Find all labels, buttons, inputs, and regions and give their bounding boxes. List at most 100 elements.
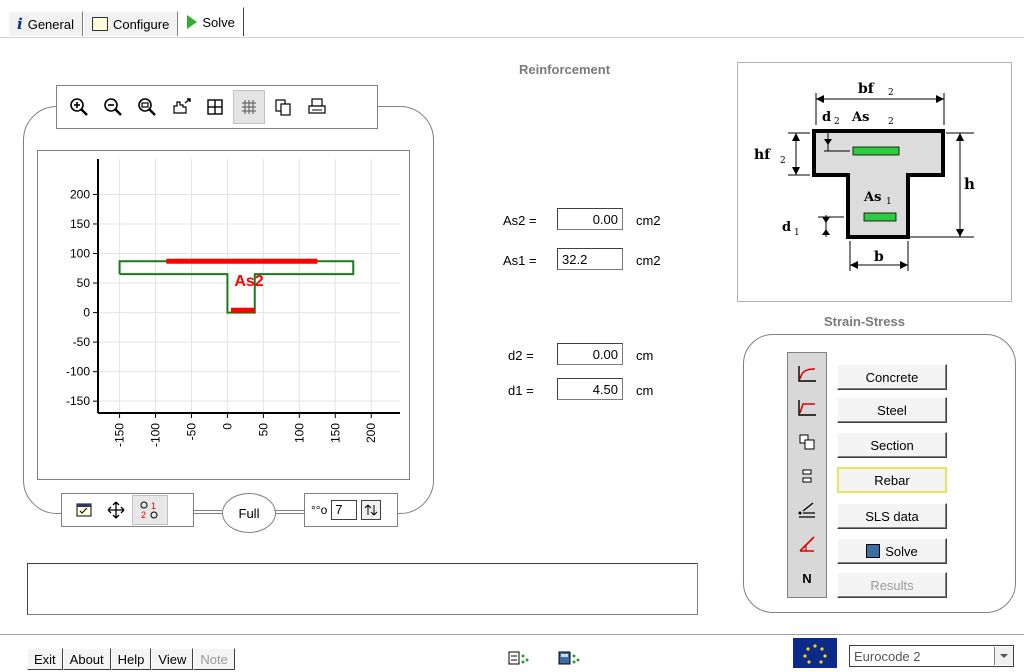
y-tick-label: 150 — [70, 217, 90, 231]
bottom-divider — [0, 634, 1024, 635]
tab-solve[interactable]: Solve — [178, 7, 244, 36]
reinforcement-title: Reinforcement — [519, 62, 611, 77]
d1-input[interactable] — [557, 378, 623, 400]
list-dots-icon[interactable] — [508, 650, 530, 669]
svg-text:1: 1 — [151, 501, 156, 511]
grid-toggle-icon[interactable] — [233, 90, 265, 124]
concrete-button[interactable]: Concrete — [837, 364, 947, 390]
y-tick-label: 0 — [83, 306, 90, 320]
calculator-icon — [866, 544, 881, 558]
steel-curve-icon[interactable] — [794, 397, 820, 419]
svg-text:2: 2 — [141, 510, 146, 520]
steel-button[interactable]: Steel — [837, 397, 947, 423]
rebar-button[interactable]: Rebar — [837, 467, 947, 493]
hf-label: hf — [754, 147, 771, 163]
tab-general-label: General — [27, 16, 74, 32]
chevron-down-icon[interactable] — [994, 647, 1013, 665]
solve-diagram-icon[interactable] — [794, 533, 820, 555]
x-tick-label: -50 — [184, 423, 198, 441]
full-view-label: Full — [238, 505, 260, 521]
configure-icon — [91, 17, 108, 31]
x-tick-label: 200 — [364, 423, 378, 443]
concrete-curve-icon[interactable] — [794, 363, 820, 385]
t-section-diagram-svg: bf 2 d 2 As 2 hf 2 h As 1 d 1 b — [754, 81, 975, 271]
tab-general[interactable]: i General — [8, 11, 83, 36]
strain-stress-icon-strip: N — [787, 352, 827, 598]
tab-configure-label: Configure — [112, 16, 170, 32]
copy-icon[interactable] — [267, 90, 299, 124]
as2-diag-sub: 2 — [888, 117, 894, 127]
d1-diag-sub: 1 — [794, 228, 800, 238]
x-tick-label: 50 — [256, 423, 270, 437]
b-label: b — [874, 249, 884, 265]
section-shape-icon[interactable] — [794, 431, 820, 453]
step-input[interactable]: 7 — [331, 500, 358, 520]
x-tick-label: -100 — [149, 423, 163, 447]
connector-line — [194, 510, 222, 511]
n-axial-icon[interactable]: N — [794, 567, 820, 589]
d2-input[interactable] — [557, 343, 623, 365]
design-code-select[interactable]: Eurocode 2 — [849, 645, 1014, 667]
as2-diag-label: As — [851, 110, 869, 125]
bf-label: bf — [858, 81, 875, 97]
d2-diag-sub: 2 — [834, 117, 840, 127]
bf-sub: 2 — [888, 88, 894, 98]
design-code-value: Eurocode 2 — [854, 648, 921, 664]
as1-diag-sub: 1 — [886, 197, 892, 207]
h-label: h — [964, 175, 975, 193]
x-tick-label: 100 — [292, 423, 306, 443]
help-button[interactable]: Help — [110, 648, 152, 670]
full-view-button[interactable]: Full — [222, 493, 276, 533]
solve-button[interactable]: Solve — [837, 538, 947, 564]
chart-toolbar — [56, 85, 378, 129]
crosshair-box-icon[interactable] — [199, 90, 231, 124]
play-icon — [187, 15, 198, 29]
hf-sub: 2 — [780, 156, 786, 166]
sls-data-button[interactable]: SLS data — [837, 503, 947, 529]
as1-input[interactable] — [557, 248, 623, 270]
y-tick-label: 100 — [70, 247, 90, 261]
zoom-out-icon[interactable] — [97, 90, 129, 124]
zoom-in-icon[interactable] — [63, 90, 95, 124]
spin-arrows-icon[interactable] — [361, 500, 382, 520]
solve-button-label: Solve — [885, 543, 918, 559]
x-tick-label: 0 — [220, 423, 234, 430]
pan-hand-icon[interactable] — [165, 90, 197, 124]
section-plot: 200 150 100 50 0 -50 -100 -150 -150 -100 -50 0 50 100… — [37, 150, 410, 480]
numbering-icon[interactable]: 12 — [132, 495, 168, 525]
exit-button[interactable]: Exit — [27, 648, 63, 670]
section-diagram: bf 2 d 2 As 2 hf 2 h As 1 d 1 b — [737, 62, 1012, 302]
info-icon: i — [17, 15, 23, 33]
sls-data-icon[interactable] — [794, 499, 820, 521]
points-icon: °°o — [311, 503, 328, 517]
as1-diag-label: As — [863, 190, 881, 205]
properties-icon[interactable] — [68, 495, 100, 525]
rebar-annotation: As2 — [234, 273, 263, 290]
section-button[interactable]: Section — [837, 432, 947, 458]
calculator-dots-icon[interactable] — [558, 650, 580, 669]
tab-configure[interactable]: Configure — [82, 11, 179, 36]
d2-unit: cm — [636, 348, 654, 363]
d2-label: d2 = — [508, 348, 534, 363]
as1-unit: cm2 — [636, 253, 661, 268]
strain-stress-title: Strain-Stress — [824, 314, 905, 329]
status-box — [27, 563, 698, 615]
x-tick-label: 150 — [328, 423, 342, 443]
view-button[interactable]: View — [151, 648, 194, 670]
note-button[interactable]: Note — [193, 648, 235, 670]
tab-divider — [0, 37, 1024, 38]
print-icon[interactable] — [301, 90, 333, 124]
rebar-icon[interactable] — [794, 465, 820, 487]
y-tick-label: -100 — [66, 365, 90, 379]
zoom-fit-icon[interactable] — [131, 90, 163, 124]
y-tick-label: 200 — [70, 187, 90, 201]
as2-input[interactable] — [557, 208, 623, 230]
results-button[interactable]: Results — [837, 572, 947, 598]
y-tick-label: -150 — [66, 394, 90, 408]
d1-label: d1 = — [508, 383, 534, 398]
d1-unit: cm — [636, 383, 654, 398]
move-arrows-icon[interactable] — [100, 495, 132, 525]
tab-strip: i General Configure Solve — [8, 7, 244, 36]
about-button[interactable]: About — [62, 648, 111, 670]
step-controls: °°o 7 — [304, 493, 398, 527]
